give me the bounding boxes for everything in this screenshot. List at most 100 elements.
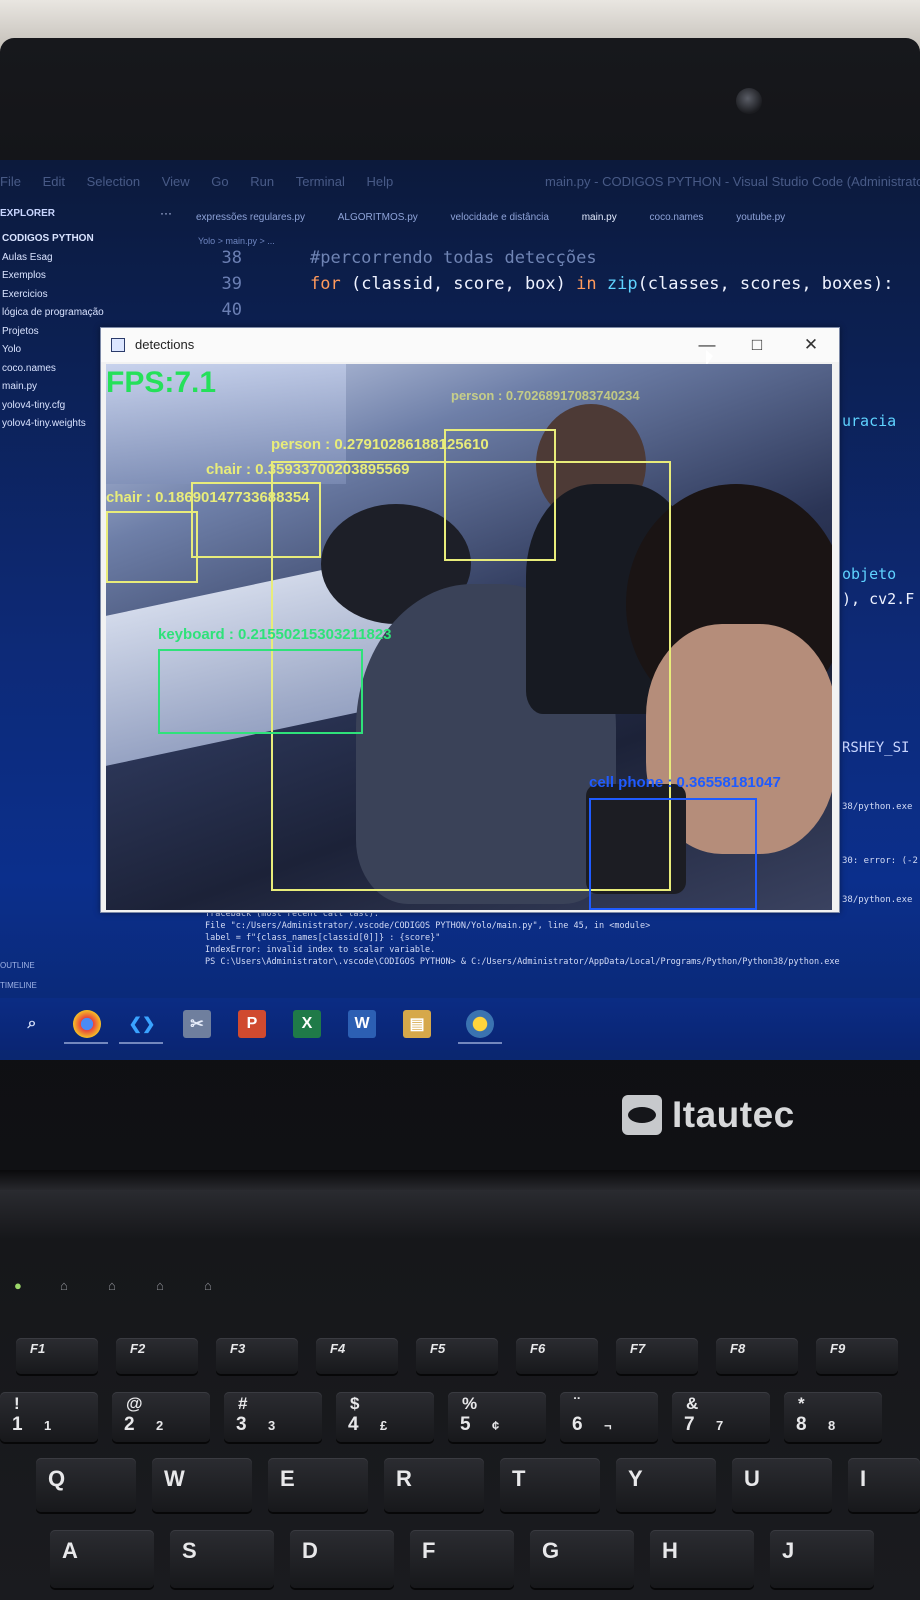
key-label: 3 xyxy=(236,1414,247,1435)
key-4[interactable]: $4 £ xyxy=(336,1392,434,1442)
tab[interactable]: coco.names xyxy=(650,212,704,223)
tab[interactable]: expressões regulares.py xyxy=(196,212,305,223)
editor-tabs: expressões regulares.py ALGORITMOS.py ve… xyxy=(196,212,920,232)
key-f9[interactable]: F9 xyxy=(816,1338,898,1374)
timeline-section[interactable]: TIMELINE xyxy=(0,976,37,996)
tab[interactable]: velocidade e distância xyxy=(451,212,549,223)
key-f3[interactable]: F3 xyxy=(216,1338,298,1374)
key-7[interactable]: & 7 7 xyxy=(672,1392,770,1442)
detections-window: detections — □ ✕ FPS:7.1 chair : 0.18690… xyxy=(100,327,840,913)
explorer-item[interactable]: lógica de programação xyxy=(0,304,120,323)
menu-file[interactable]: File xyxy=(0,174,21,189)
explorer-root[interactable]: CODIGOS PYTHON xyxy=(0,230,120,249)
window-title: main.py - CODIGOS PYTHON - Visual Studio… xyxy=(545,174,920,189)
menu-terminal[interactable]: Terminal xyxy=(296,174,345,189)
terminal-line: label = f"{class_names[classid[0]]} : {s… xyxy=(205,933,441,943)
powerpoint-icon[interactable]: P xyxy=(238,1010,266,1038)
tab[interactable]: ALGORITMOS.py xyxy=(338,212,418,223)
brand-name: Itautec xyxy=(672,1094,795,1135)
key-f5[interactable]: F5 xyxy=(416,1338,498,1374)
key-w[interactable]: W xyxy=(152,1458,252,1512)
excel-icon[interactable]: X xyxy=(293,1010,321,1038)
close-button[interactable]: ✕ xyxy=(791,332,831,358)
status-led-icon: ⌂ xyxy=(60,1278,68,1293)
key-label: W xyxy=(164,1466,185,1491)
menu-help[interactable]: Help xyxy=(367,174,394,189)
key-q[interactable]: Q xyxy=(36,1458,136,1512)
key-f4[interactable]: F4 xyxy=(316,1338,398,1374)
terminal-panel[interactable]: Traceback (most recent call last): File … xyxy=(205,908,920,968)
key-label: F6 xyxy=(530,1341,546,1356)
code-text: (classes, scores, boxes): xyxy=(637,274,894,294)
key-f[interactable]: F xyxy=(410,1530,514,1588)
key-y[interactable]: Y xyxy=(616,1458,716,1512)
code-line: 38 #percorrendo todas detecções xyxy=(200,248,893,274)
code-editor[interactable]: 38 #percorrendo todas detecções 39 for (cl… xyxy=(200,248,894,326)
key-3[interactable]: #3 3 xyxy=(224,1392,322,1442)
menu-edit[interactable]: Edit xyxy=(43,174,65,189)
key-i[interactable]: I xyxy=(848,1458,920,1512)
maximize-button[interactable]: □ xyxy=(737,332,777,358)
key-alt-label: £ xyxy=(380,1418,388,1433)
chrome-icon[interactable] xyxy=(73,1010,101,1038)
line-number: 40 xyxy=(221,300,242,320)
file-explorer-icon[interactable]: ▤ xyxy=(403,1010,431,1038)
menu-go[interactable]: Go xyxy=(211,174,228,189)
key-s[interactable]: S xyxy=(170,1530,274,1588)
tab[interactable]: youtube.py xyxy=(736,212,785,223)
tab-active[interactable]: main.py xyxy=(582,212,617,223)
key-a[interactable]: A xyxy=(50,1530,154,1588)
key-6[interactable]: ¨ 6 ¬ xyxy=(560,1392,658,1442)
key-f2[interactable]: F2 xyxy=(116,1338,198,1374)
key-g[interactable]: G xyxy=(530,1530,634,1588)
explorer-item[interactable]: Exemplos xyxy=(0,267,120,286)
key-2[interactable]: @2 2 xyxy=(112,1392,210,1442)
outline-section[interactable]: OUTLINE xyxy=(0,956,37,976)
key-f6[interactable]: F6 xyxy=(516,1338,598,1374)
key-label: 7 xyxy=(684,1414,695,1435)
key-f1[interactable]: F1 xyxy=(16,1338,98,1374)
key-1[interactable]: ! 1 1 xyxy=(0,1392,98,1442)
key-u[interactable]: U xyxy=(732,1458,832,1512)
terminal-line: IndexError: invalid index to scalar vari… xyxy=(205,945,436,955)
key-5[interactable]: % 5 ¢ xyxy=(448,1392,546,1442)
key-f8[interactable]: F8 xyxy=(716,1338,798,1374)
key-label: R xyxy=(396,1466,412,1491)
key-f7[interactable]: F7 xyxy=(616,1338,698,1374)
snipping-tool-icon[interactable]: ✂ xyxy=(183,1010,211,1038)
key-shift-label: ¨ xyxy=(574,1394,580,1413)
window-titlebar[interactable]: detections — □ ✕ xyxy=(101,328,839,362)
vscode-menubar: File Edit Selection View Go Run Terminal… xyxy=(0,174,920,196)
explorer-item[interactable]: Exercicios xyxy=(0,286,120,305)
key-j[interactable]: J xyxy=(770,1530,874,1588)
key-d[interactable]: D xyxy=(290,1530,394,1588)
explorer-item[interactable]: Aulas Esag xyxy=(0,249,120,268)
key-e[interactable]: E xyxy=(268,1458,368,1512)
menu-view[interactable]: View xyxy=(162,174,190,189)
menu-run[interactable]: Run xyxy=(250,174,274,189)
key-t[interactable]: T xyxy=(500,1458,600,1512)
search-icon[interactable]: ⌕ xyxy=(18,1010,46,1038)
key-label: E xyxy=(280,1466,295,1491)
bbox-person xyxy=(444,429,556,561)
key-h[interactable]: H xyxy=(650,1530,754,1588)
key-8[interactable]: * 8 8 xyxy=(784,1392,882,1442)
key-r[interactable]: R xyxy=(384,1458,484,1512)
code-line: 40 xyxy=(200,300,893,326)
status-led-icon: ⌂ xyxy=(156,1278,164,1293)
terminal-fragment: 38/python.exe xyxy=(842,895,913,905)
menu-selection[interactable]: Selection xyxy=(87,174,140,189)
key-label: F8 xyxy=(730,1341,746,1356)
vscode-icon[interactable]: ❮❯ xyxy=(128,1010,156,1038)
more-icon[interactable]: ··· xyxy=(160,206,172,220)
key-label: U xyxy=(744,1466,760,1491)
code-text: (classid, score, box) xyxy=(340,274,577,294)
key-shift-label: $ xyxy=(350,1394,360,1413)
word-icon[interactable]: W xyxy=(348,1010,376,1038)
fps-counter: FPS:7.1 xyxy=(106,366,217,399)
python-icon[interactable] xyxy=(466,1010,494,1038)
key-shift-label: * xyxy=(798,1394,805,1413)
bbox-chair xyxy=(106,511,198,583)
breadcrumb[interactable]: Yolo > main.py > ... xyxy=(198,236,275,246)
webcam-icon xyxy=(736,88,762,114)
